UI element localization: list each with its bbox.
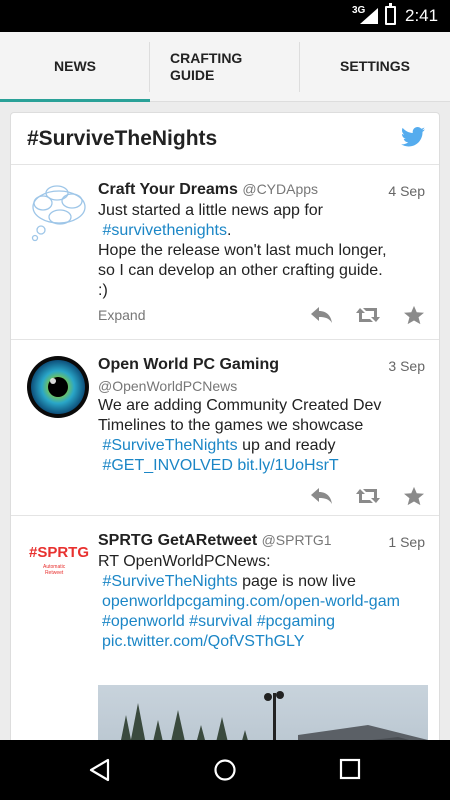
feed-header: #SurviveTheNights (11, 113, 439, 165)
expand-link[interactable]: Expand (98, 307, 145, 323)
hashtag-links[interactable]: #openworld #survival #pcgaming (98, 612, 425, 632)
avatar-logo-subtext: Automatic Retweet (43, 564, 66, 576)
navigation-bar (0, 740, 450, 800)
tab-crafting-guide[interactable]: CRAFTING GUIDE (150, 32, 300, 101)
tweet-date: 3 Sep (388, 358, 425, 374)
hashtag-link[interactable]: #survivethenights (102, 222, 227, 239)
hashtag-link[interactable]: #SurviveTheNights (102, 573, 237, 590)
tweet-text-line: Just started a little news app for (98, 202, 323, 219)
hashtag-link[interactable]: #GET_INVOLVED (102, 457, 232, 474)
tab-label: NEWS (54, 58, 96, 74)
tweet-author-handle[interactable]: @OpenWorldPCNews (98, 376, 425, 396)
tab-label: CRAFTING GUIDE (170, 49, 243, 83)
tweet-item[interactable]: #SPRTG Automatic Retweet SPRTG GetARetwe… (11, 516, 439, 751)
tweet-text-line: Hope the release won't last much longer, (98, 242, 387, 259)
avatar (27, 181, 89, 243)
tweet-text-line: Timelines to the games we showcase (98, 417, 364, 434)
url-link[interactable]: bit.ly/1UoHsrT (237, 457, 338, 474)
tweet-author-name[interactable]: SPRTG GetARetweet (98, 532, 257, 549)
tweet-author-handle[interactable]: @SPRTG1 (262, 532, 332, 548)
tweet-text-fragment: page is now live (237, 573, 356, 590)
tweet-text-line: We are adding Community Created Dev (98, 397, 382, 414)
status-bar: 3G 2:41 (0, 0, 450, 32)
twitter-icon[interactable] (401, 127, 425, 147)
tweet-actions (309, 305, 425, 325)
tab-news[interactable]: NEWS (0, 32, 150, 102)
url-link[interactable]: openworldpcgaming.com/open-world-gam (98, 592, 425, 612)
reply-icon[interactable] (309, 486, 333, 506)
tab-label: SETTINGS (339, 58, 410, 74)
tweet-text: We are adding Community Created Dev Time… (98, 396, 425, 476)
signal-icon (360, 8, 378, 24)
tweet-item[interactable]: Craft Your Dreams @CYDApps 4 Sep Just st… (11, 165, 439, 340)
tweet-text-line: #survivethenights. (98, 221, 425, 241)
back-icon[interactable] (88, 758, 110, 787)
tweet-text-line: #SurviveTheNights up and ready (98, 436, 425, 456)
twitter-feed-card: #SurviveTheNights Craft Your Dreams @CYD… (10, 112, 440, 752)
tweet-item[interactable]: Open World PC Gaming 3 Sep @OpenWorldPCN… (11, 340, 439, 516)
reply-icon[interactable] (309, 305, 333, 325)
tweet-text-fragment: . (226, 222, 232, 239)
tweet-text: RT OpenWorldPCNews: #SurviveTheNights pa… (98, 552, 425, 652)
tab-bar: NEWS CRAFTING GUIDE SETTINGS (0, 32, 450, 102)
tweet-text-line: #SurviveTheNights page is now live (98, 572, 425, 592)
feed-title: #SurviveTheNights (27, 127, 218, 150)
recents-icon[interactable] (339, 758, 361, 785)
avatar-logo-text: #SPRTG (29, 544, 89, 561)
tweet-author-name[interactable]: Craft Your Dreams (98, 181, 238, 198)
retweet-icon[interactable] (355, 305, 381, 325)
clock: 2:41 (405, 6, 439, 25)
tweet-date: 1 Sep (388, 534, 425, 550)
tweet-actions (309, 486, 425, 506)
favorite-icon[interactable] (403, 486, 425, 506)
tab-settings[interactable]: SETTINGS (300, 32, 450, 101)
tweet-text-line: #GET_INVOLVED bit.ly/1UoHsrT (98, 456, 425, 476)
tweet-text-line: RT OpenWorldPCNews: (98, 553, 271, 570)
avatar (27, 356, 89, 418)
retweet-icon[interactable] (355, 486, 381, 506)
pic-link[interactable]: pic.twitter.com/QofVSThGLY (98, 632, 425, 652)
tweet-text-line: :) (98, 282, 108, 299)
tweet-author-name[interactable]: Open World PC Gaming (98, 356, 279, 373)
avatar: #SPRTG Automatic Retweet (27, 532, 89, 594)
home-icon[interactable] (213, 758, 237, 787)
hashtag-link[interactable]: #SurviveTheNights (102, 437, 237, 454)
tweet-text-fragment: up and ready (237, 437, 336, 454)
tweet-date: 4 Sep (388, 183, 425, 199)
tweet-author-handle[interactable]: @CYDApps (242, 181, 318, 197)
battery-icon (385, 3, 396, 25)
favorite-icon[interactable] (403, 305, 425, 325)
tweet-text-line: so I can develop an other crafting guide… (98, 262, 383, 279)
tweet-text: Just started a little news app for #surv… (98, 201, 425, 301)
